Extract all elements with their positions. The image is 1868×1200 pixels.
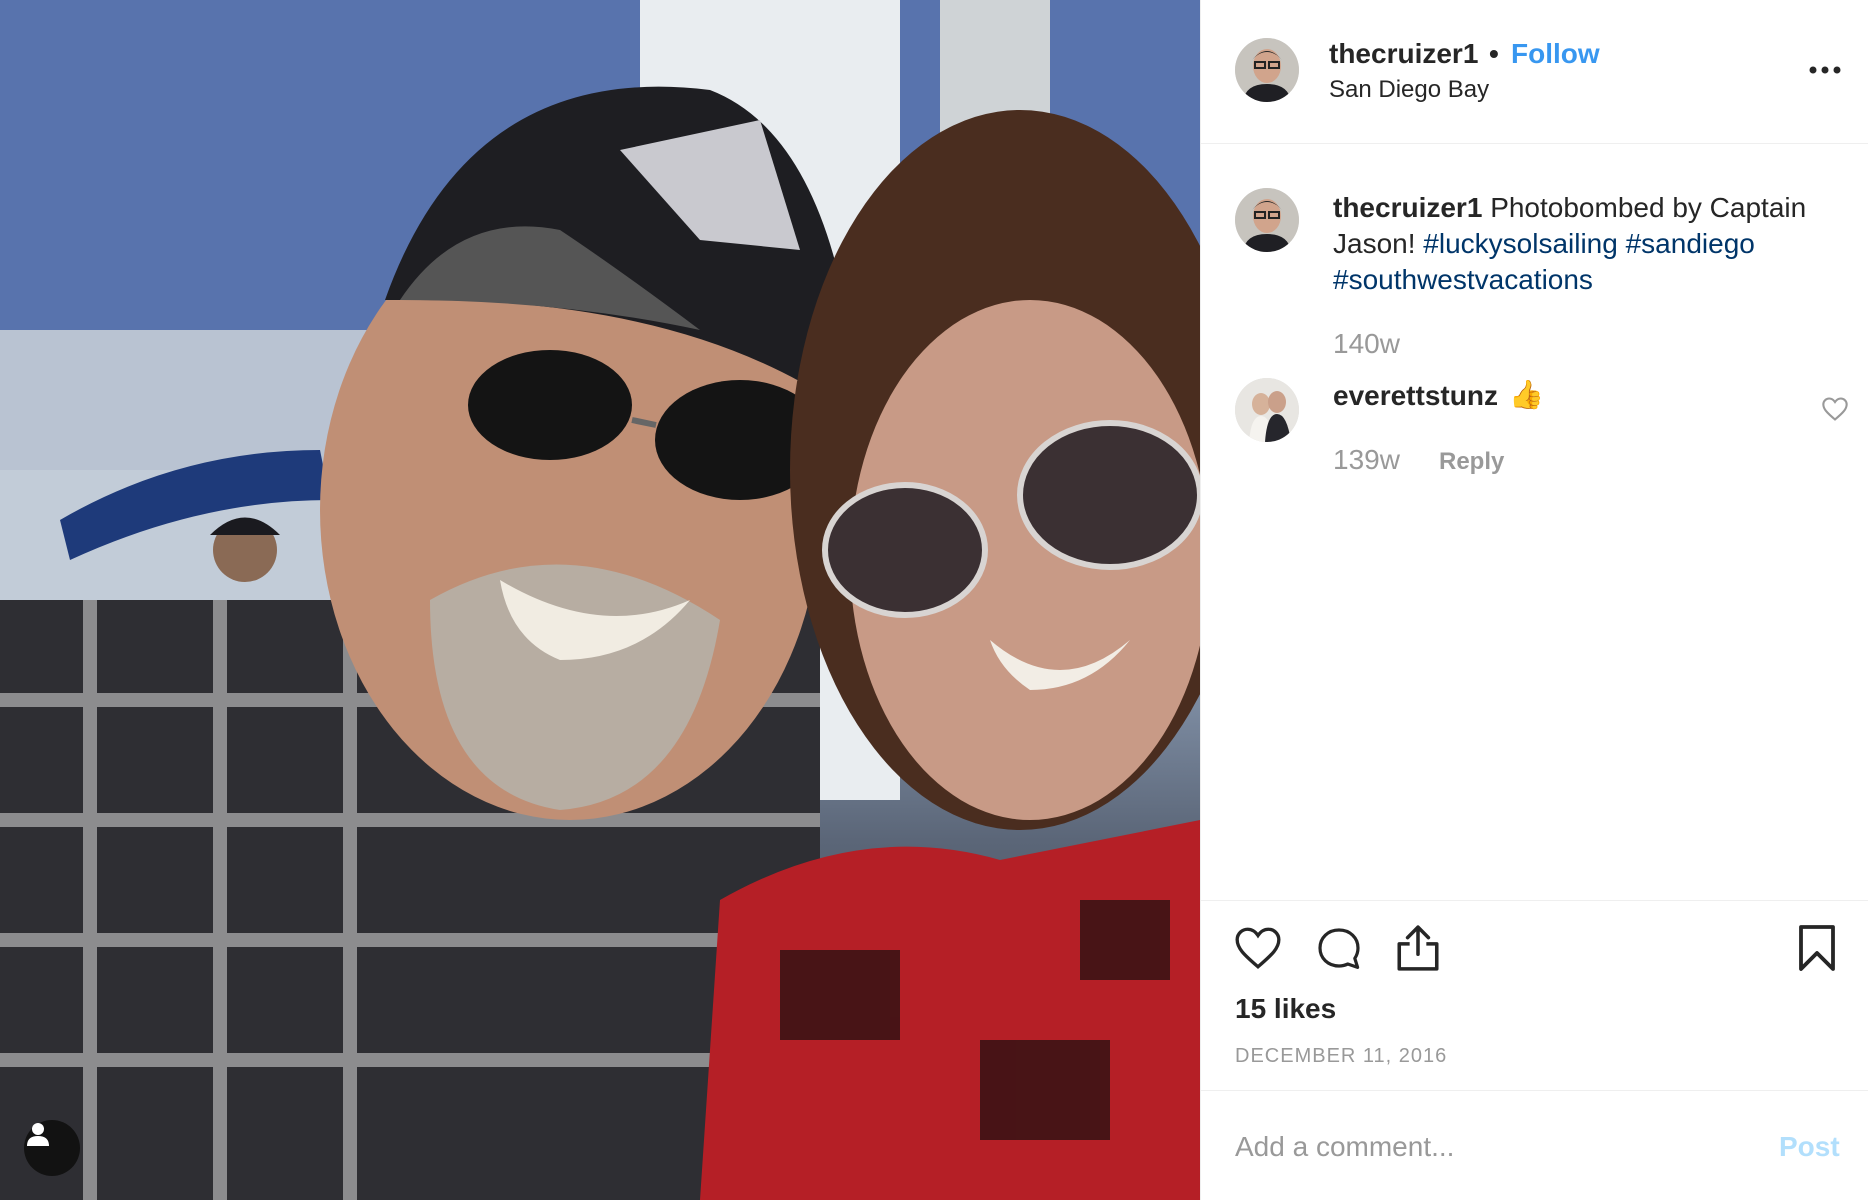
comment-button[interactable] xyxy=(1315,925,1363,978)
post-comment-button[interactable]: Post xyxy=(1779,1131,1840,1163)
commenter-avatar[interactable] xyxy=(1235,378,1299,442)
header-separator: • xyxy=(1489,38,1499,69)
comment-like-button[interactable] xyxy=(1821,396,1849,422)
comment-timestamp[interactable]: 139w xyxy=(1333,444,1400,476)
hashtag-link[interactable]: #sandiego xyxy=(1626,228,1755,259)
reply-button[interactable]: Reply xyxy=(1439,448,1504,476)
share-button[interactable] xyxy=(1395,923,1441,978)
comment-input[interactable] xyxy=(1235,1125,1755,1169)
post-sidebar: thecruizer1 • Follow San Diego Bay thecr… xyxy=(1200,0,1868,1200)
caption-timestamp[interactable]: 140w xyxy=(1333,328,1400,360)
post-actions: 15 likes DECEMBER 11, 2016 xyxy=(1201,900,1868,1090)
share-upload-icon xyxy=(1397,925,1439,971)
comment-bubble-icon xyxy=(1318,928,1360,969)
heart-outline-icon xyxy=(1822,397,1848,421)
post-header: thecruizer1 • Follow San Diego Bay xyxy=(1201,0,1868,144)
caption-username[interactable]: thecruizer1 xyxy=(1333,192,1482,223)
post-photo[interactable] xyxy=(0,0,1200,1200)
more-options-button[interactable] xyxy=(1807,58,1843,82)
hashtag-link[interactable]: #southwestvacations xyxy=(1333,264,1593,295)
tagged-users-button[interactable] xyxy=(24,1120,80,1176)
commenter-username[interactable]: everettstunz xyxy=(1333,380,1498,412)
user-icon xyxy=(27,1123,49,1146)
photo-illustration xyxy=(0,0,1200,1200)
hashtag-link[interactable]: #luckysolsailing xyxy=(1423,228,1618,259)
like-button[interactable] xyxy=(1233,925,1283,976)
author-avatar[interactable] xyxy=(1235,38,1299,102)
caption-author-avatar[interactable] xyxy=(1235,188,1299,252)
post-location[interactable]: San Diego Bay xyxy=(1329,76,1489,104)
heart-icon xyxy=(1235,927,1281,969)
bookmark-icon xyxy=(1799,925,1835,971)
thumbs-up-emoji: 👍 xyxy=(1509,379,1544,410)
caption-text: thecruizer1 Photobombed by Captain Jason… xyxy=(1333,190,1833,298)
follow-button[interactable]: Follow xyxy=(1511,38,1600,70)
author-username[interactable]: thecruizer1 xyxy=(1329,38,1478,70)
save-button[interactable] xyxy=(1797,923,1837,978)
more-horizontal-icon xyxy=(1809,66,1841,74)
add-comment-bar: Post xyxy=(1201,1090,1868,1200)
post-date[interactable]: DECEMBER 11, 2016 xyxy=(1235,1045,1447,1068)
likes-count[interactable]: 15 likes xyxy=(1235,993,1336,1025)
